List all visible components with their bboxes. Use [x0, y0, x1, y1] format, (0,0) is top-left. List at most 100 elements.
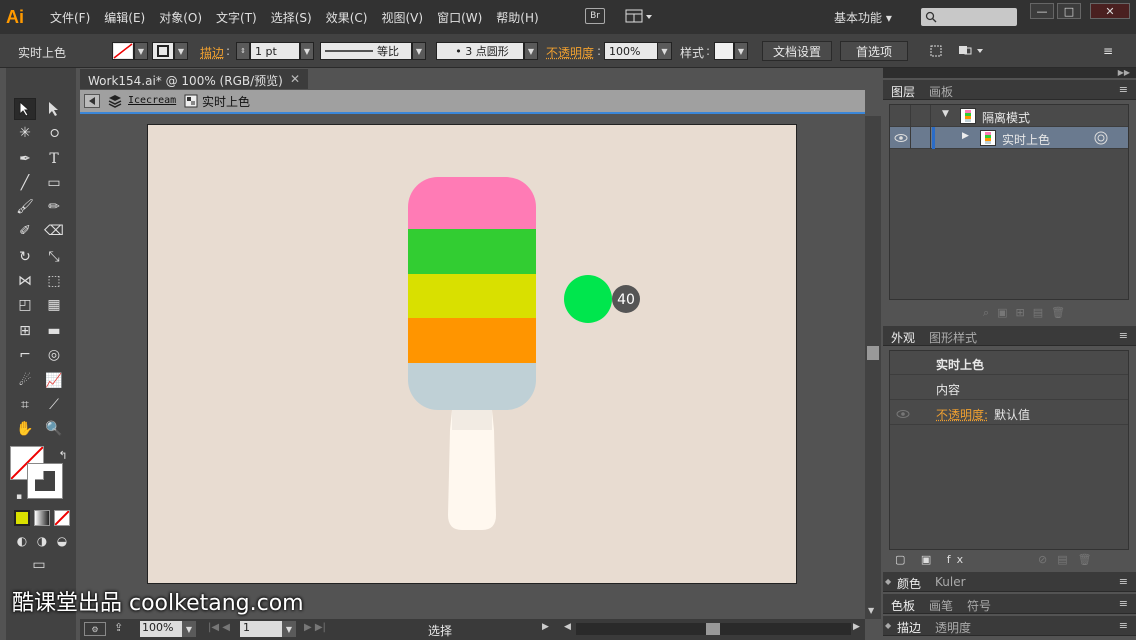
width-tool-icon[interactable]: ⋈ [14, 270, 36, 292]
brush-definition[interactable]: • 3 点圆形 [436, 42, 524, 60]
column-graph-tool-icon[interactable]: 📈 [43, 370, 65, 392]
document-setup-button[interactable]: 文档设置 [762, 41, 832, 61]
layer-row-isolation[interactable]: ▼ 隔离模式 [890, 105, 1128, 127]
tab-symbols[interactable]: 符号 [967, 597, 991, 614]
default-colors-icon[interactable]: ▪ [8, 486, 30, 508]
maximize-button[interactable]: □ [1057, 3, 1081, 19]
close-tab-icon[interactable]: ✕ [290, 72, 300, 86]
menu-effect[interactable]: 效果(C) [326, 9, 368, 26]
stripe-orange[interactable] [408, 318, 536, 363]
perspective-grid-tool-icon[interactable]: ▦ [43, 294, 65, 316]
zoom-dropdown-icon[interactable]: ▼ [182, 621, 196, 637]
blob-brush-tool-icon[interactable]: ✐ [14, 220, 36, 242]
breadcrumb-layer[interactable]: Icecream [128, 95, 176, 106]
appearance-footer-icons[interactable]: ▢ ▣ fx [895, 553, 969, 566]
menu-help[interactable]: 帮助(H) [496, 9, 538, 26]
expand-panel-icon[interactable]: ◆ [885, 577, 891, 586]
appearance-opacity-row[interactable]: 不透明度: 默认值 [890, 401, 1128, 425]
bridge-button[interactable]: Br [585, 8, 605, 24]
direct-selection-tool-icon[interactable] [43, 98, 65, 120]
blend-tool-icon[interactable]: ◎ [43, 344, 65, 366]
breadcrumb-group[interactable]: 实时上色 [202, 93, 250, 110]
gpu-icon[interactable]: ⚙ [84, 622, 106, 636]
document-tab[interactable]: Work154.ai* @ 100% (RGB/预览) ✕ [80, 68, 308, 89]
stroke-dropdown-icon[interactable]: ▼ [174, 42, 188, 60]
lasso-tool-icon[interactable]: ഠ [43, 122, 65, 144]
slice-tool-icon[interactable]: ⟋ [43, 394, 65, 416]
status-menu-icon[interactable]: ▶ [542, 622, 549, 632]
rotate-tool-icon[interactable]: ↻ [14, 246, 36, 268]
tab-brushes[interactable]: 画笔 [929, 597, 953, 614]
eraser-tool-icon[interactable]: ⌫ [43, 220, 65, 242]
tab-transparency[interactable]: 透明度 [935, 619, 971, 636]
swap-colors-icon[interactable]: ↰ [52, 444, 74, 466]
visibility-eye-icon[interactable] [894, 132, 908, 144]
opacity-dropdown-icon[interactable]: ▼ [658, 42, 672, 60]
artboard[interactable]: 40 [147, 124, 797, 584]
symbol-sprayer-tool-icon[interactable]: ☄ [14, 370, 36, 392]
menu-object[interactable]: 对象(O) [159, 9, 202, 26]
mesh-tool-icon[interactable]: ⊞ [14, 320, 36, 342]
tab-layers[interactable]: 图层 [891, 83, 915, 100]
layers-panel-menu-icon[interactable]: ≡ [1119, 83, 1128, 96]
line-segment-tool-icon[interactable]: ╱ [14, 172, 36, 194]
fill-dropdown-icon[interactable]: ▼ [134, 42, 148, 60]
selection-tool-icon[interactable] [14, 98, 36, 120]
menu-file[interactable]: 文件(F) [50, 9, 90, 26]
menu-window[interactable]: 窗口(W) [437, 9, 482, 26]
scroll-down-icon[interactable]: ▼ [868, 606, 874, 615]
horizontal-scrollbar[interactable] [576, 623, 851, 635]
draw-inside-icon[interactable]: ◒ [51, 530, 73, 552]
preferences-button[interactable]: 首选项 [840, 41, 908, 61]
target-icon[interactable] [1094, 131, 1108, 145]
transform-options-button[interactable] [954, 41, 988, 61]
screen-mode-icon[interactable]: ▭ [28, 554, 50, 576]
free-transform-tool-icon[interactable]: ⬚ [43, 270, 65, 292]
stroke-weight-label[interactable]: 描边 [200, 44, 224, 61]
swatches-panel-menu-icon[interactable]: ≡ [1119, 597, 1128, 610]
vertical-scroll-thumb[interactable] [867, 346, 879, 360]
pencil-tool-icon[interactable]: ✏ [43, 196, 65, 218]
magic-wand-tool-icon[interactable]: ✳ [14, 122, 36, 144]
variable-width-profile[interactable]: 等比 [320, 42, 412, 60]
zoom-tool-icon[interactable]: 🔍 [43, 418, 65, 440]
close-window-button[interactable]: ✕ [1090, 3, 1130, 19]
horizontal-scroll-thumb[interactable] [706, 623, 720, 635]
menu-type[interactable]: 文字(T) [216, 9, 257, 26]
appearance-panel-menu-icon[interactable]: ≡ [1119, 329, 1128, 342]
paintbrush-tool-icon[interactable]: 🖌 [14, 196, 36, 218]
help-search-input[interactable] [921, 8, 1017, 26]
draw-normal-icon[interactable]: ◐ [11, 530, 33, 552]
tab-color[interactable]: 颜色 [897, 575, 921, 592]
icecream-artwork[interactable]: 40 [148, 125, 798, 585]
type-tool-icon[interactable]: T [43, 148, 65, 170]
first-artboard-icon[interactable]: |◀ ◀ [208, 622, 230, 633]
appearance-content-row[interactable]: 内容 [890, 376, 1128, 400]
menu-edit[interactable]: 编辑(E) [104, 9, 145, 26]
menu-select[interactable]: 选择(S) [271, 9, 312, 26]
minimize-button[interactable]: — [1030, 3, 1054, 19]
stripe-blue-gray[interactable] [408, 363, 536, 410]
tab-appearance[interactable]: 外观 [891, 329, 915, 346]
gradient-mode-button[interactable] [34, 510, 50, 526]
artboard-dropdown-icon[interactable]: ▼ [282, 621, 296, 637]
stroke-panel-menu-icon[interactable]: ≡ [1119, 619, 1128, 632]
control-panel-menu-icon[interactable]: ≡ [1096, 41, 1120, 61]
scroll-left-icon[interactable]: ◀ [564, 622, 571, 632]
artboard-number-field[interactable]: 1 [240, 621, 282, 637]
scroll-right-icon[interactable]: ▶ [853, 622, 860, 632]
color-panel-menu-icon[interactable]: ≡ [1119, 575, 1128, 588]
share-icon[interactable]: ⇪ [114, 621, 123, 634]
gradient-tool-icon[interactable]: ▬ [43, 320, 65, 342]
none-mode-button[interactable] [54, 510, 70, 526]
tab-kuler[interactable]: Kuler [935, 575, 966, 589]
align-selection-button[interactable] [922, 41, 950, 61]
color-mode-button[interactable] [14, 510, 30, 526]
zoom-field[interactable]: 100% [140, 621, 182, 637]
tab-stroke[interactable]: 描边 [897, 619, 921, 636]
expand-panel-icon[interactable]: ◆ [885, 621, 891, 630]
stripe-green[interactable] [408, 229, 536, 274]
back-arrow-icon[interactable] [84, 94, 100, 108]
vertical-scrollbar[interactable]: ▼ [865, 116, 881, 619]
expand-arrow-icon[interactable]: ▼ [942, 109, 949, 119]
